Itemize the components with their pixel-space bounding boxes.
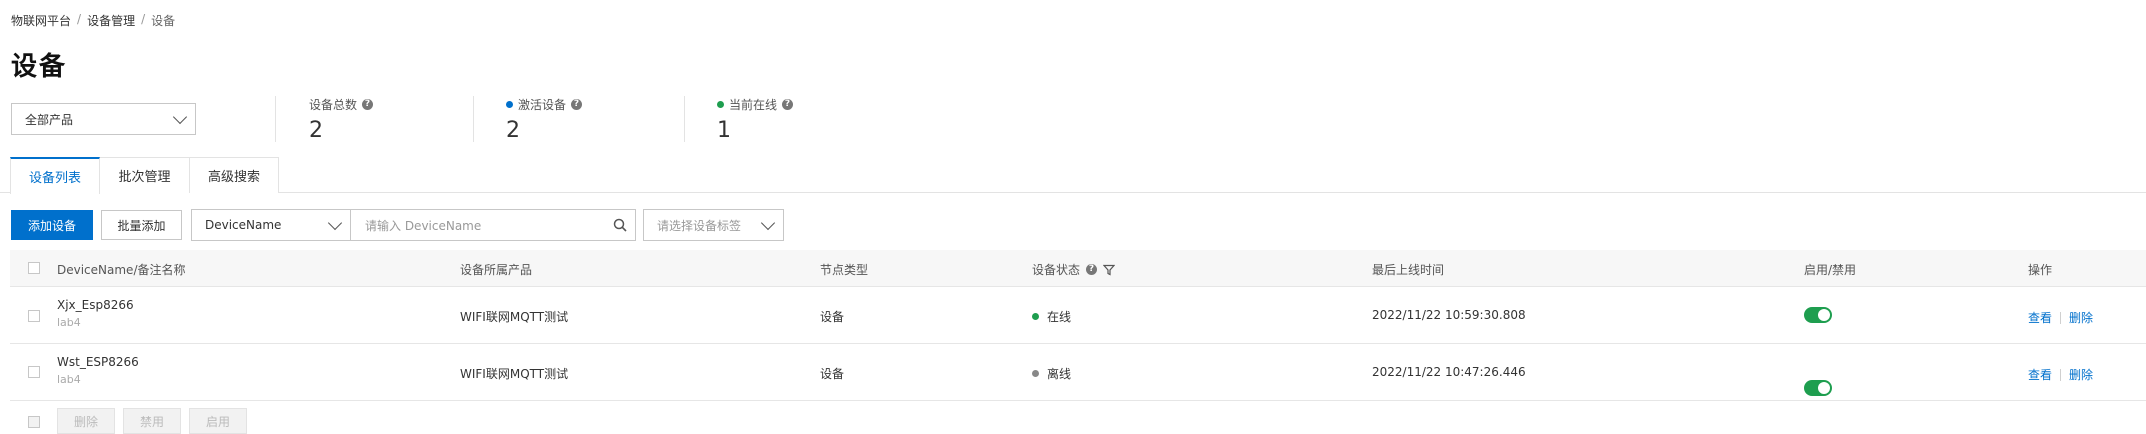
bulk-select-checkbox[interactable] xyxy=(28,416,40,428)
tab-label: 高级搜索 xyxy=(207,170,260,185)
button-label: 添加设备 xyxy=(27,218,76,233)
search-field-select[interactable]: DeviceName xyxy=(191,209,351,241)
tab-batch-management[interactable]: 批次管理 xyxy=(99,157,190,193)
status-label: 在线 xyxy=(1047,310,1072,324)
button-label: 批量添加 xyxy=(117,218,166,233)
stat-value: 1 xyxy=(717,118,731,143)
toggle-knob xyxy=(1818,382,1830,394)
product-select-value: 全部产品 xyxy=(25,112,74,127)
batch-add-button[interactable]: 批量添加 xyxy=(101,210,182,240)
page-title: 设备 xyxy=(11,52,68,82)
row-divider xyxy=(10,400,2146,401)
breadcrumb-separator: / xyxy=(77,12,82,26)
stat-label: 当前在线 xyxy=(729,98,778,112)
column-header-status: 设备状态 ? xyxy=(1032,261,1116,278)
device-last-online: 2022/11/22 10:59:30.808 xyxy=(1372,308,1526,322)
help-icon[interactable]: ? xyxy=(362,99,374,110)
status-dot-icon xyxy=(1032,370,1039,377)
breadcrumb-item-current: 设备 xyxy=(151,14,176,28)
device-name[interactable]: Wst_ESP8266 xyxy=(57,355,139,369)
device-note: lab4 xyxy=(57,373,81,386)
search-icon[interactable] xyxy=(613,218,627,232)
device-node-type: 设备 xyxy=(820,367,845,381)
view-link[interactable]: 查看 xyxy=(2028,366,2052,383)
column-header-enable: 启用/禁用 xyxy=(1804,263,1857,277)
help-icon[interactable]: ? xyxy=(1086,264,1098,275)
breadcrumb-item-iot-platform[interactable]: 物联网平台 xyxy=(11,12,71,29)
chevron-down-icon xyxy=(760,215,776,230)
stat-label: 设备总数 xyxy=(309,98,358,112)
row-divider xyxy=(10,343,2146,344)
breadcrumb: 物联网平台 / 设备管理 / 设备 xyxy=(11,12,175,29)
column-header-name: DeviceName/备注名称 xyxy=(57,263,186,277)
stat-online-devices: 当前在线? 1 xyxy=(717,96,794,143)
help-icon[interactable]: ? xyxy=(571,99,583,110)
stat-divider xyxy=(684,96,685,142)
bulk-delete-button[interactable]: 删除 xyxy=(57,408,115,434)
status-dot-icon xyxy=(717,101,724,108)
stat-value: 2 xyxy=(309,118,323,143)
action-divider xyxy=(2060,368,2062,381)
row-checkbox[interactable] xyxy=(28,366,40,378)
toggle-knob xyxy=(1818,309,1830,321)
bulk-disable-button[interactable]: 禁用 xyxy=(123,408,181,434)
device-search-input[interactable]: 请输入 DeviceName xyxy=(350,209,636,241)
stat-label: 激活设备 xyxy=(518,98,567,112)
tab-label: 批次管理 xyxy=(118,170,171,185)
search-placeholder: 请输入 DeviceName xyxy=(365,218,482,233)
device-last-online: 2022/11/22 10:47:26.446 xyxy=(1372,365,1526,379)
delete-link[interactable]: 删除 xyxy=(2069,366,2093,383)
action-divider xyxy=(2060,311,2062,324)
bulk-enable-button[interactable]: 启用 xyxy=(189,408,247,434)
filter-icon[interactable] xyxy=(1103,264,1116,276)
tab-label: 设备列表 xyxy=(28,171,81,186)
row-actions: 查看 删除 xyxy=(2028,366,2093,383)
column-header-status-label: 设备状态 xyxy=(1032,263,1081,277)
table-row: Xjx_Esp8266 lab4 xyxy=(57,298,134,329)
device-node-type: 设备 xyxy=(820,310,845,324)
stat-value: 2 xyxy=(506,118,520,143)
status-dot-icon xyxy=(1032,313,1039,320)
device-status: 在线 xyxy=(1032,308,1071,325)
status-label: 离线 xyxy=(1047,367,1072,381)
delete-link[interactable]: 删除 xyxy=(2069,309,2093,326)
search-field-select-value: DeviceName xyxy=(205,218,282,232)
device-note: lab4 xyxy=(57,316,81,329)
device-product: WIFI联网MQTT测试 xyxy=(460,367,569,381)
column-header-actions: 操作 xyxy=(2028,263,2053,277)
tag-select-placeholder: 请选择设备标签 xyxy=(657,218,742,233)
chevron-down-icon xyxy=(327,215,343,230)
tab-advanced-search[interactable]: 高级搜索 xyxy=(189,157,279,193)
column-header-product: 设备所属产品 xyxy=(460,263,533,277)
device-tag-select[interactable]: 请选择设备标签 xyxy=(643,209,784,241)
tab-device-list[interactable]: 设备列表 xyxy=(10,157,100,194)
help-icon[interactable]: ? xyxy=(782,99,794,110)
row-checkbox[interactable] xyxy=(28,310,40,322)
stat-divider xyxy=(473,96,474,142)
enable-toggle[interactable] xyxy=(1804,307,1832,323)
stat-total-devices: 设备总数? 2 xyxy=(309,96,374,143)
breadcrumb-separator: / xyxy=(141,12,146,26)
column-header-last-online: 最后上线时间 xyxy=(1372,263,1445,277)
stat-activated-devices: 激活设备? 2 xyxy=(506,96,583,143)
column-header-node-type: 节点类型 xyxy=(820,263,869,277)
device-status: 离线 xyxy=(1032,365,1071,382)
view-link[interactable]: 查看 xyxy=(2028,309,2052,326)
device-product: WIFI联网MQTT测试 xyxy=(460,310,569,324)
enable-toggle[interactable] xyxy=(1804,380,1832,396)
product-select[interactable]: 全部产品 xyxy=(11,103,196,135)
select-all-checkbox[interactable] xyxy=(28,262,40,274)
breadcrumb-item-device-management[interactable]: 设备管理 xyxy=(87,12,135,29)
device-name[interactable]: Xjx_Esp8266 xyxy=(57,298,134,312)
stat-divider xyxy=(275,96,276,142)
tabs-divider xyxy=(0,192,2146,193)
table-row: Wst_ESP8266 lab4 xyxy=(57,355,139,386)
row-actions: 查看 删除 xyxy=(2028,309,2093,326)
chevron-down-icon xyxy=(172,109,188,124)
status-dot-icon xyxy=(506,101,513,108)
add-device-button[interactable]: 添加设备 xyxy=(11,210,93,240)
